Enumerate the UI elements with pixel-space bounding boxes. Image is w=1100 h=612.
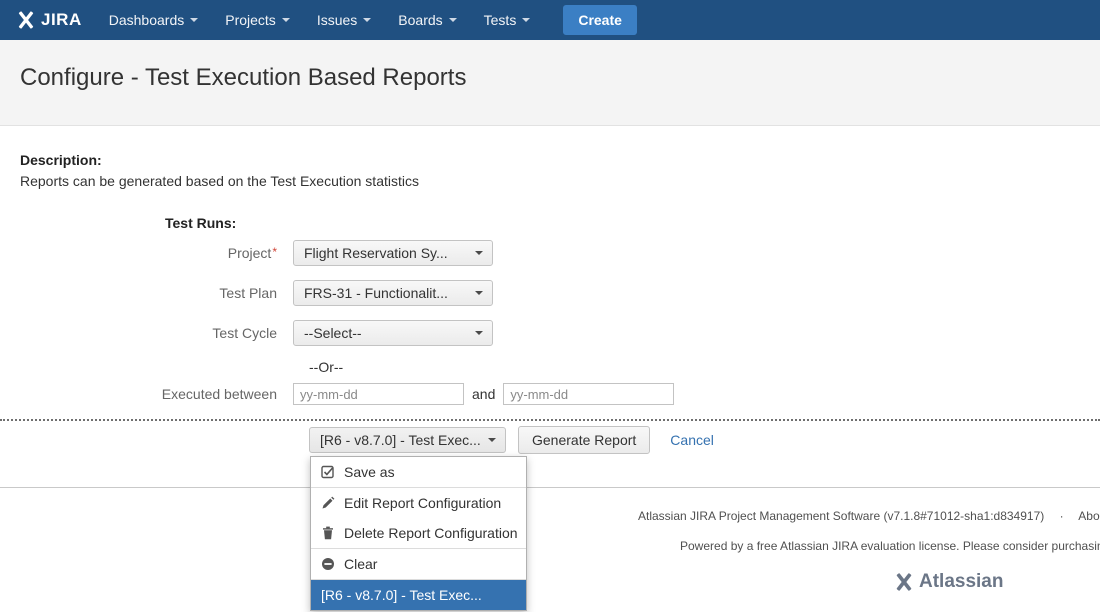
chevron-down-icon <box>282 18 290 22</box>
report-config-form: Test Runs: Project* Flight Reservation S… <box>20 215 1100 454</box>
clear-icon <box>321 557 335 571</box>
nav-projects-label: Projects <box>225 12 276 28</box>
menu-item-clear-label: Clear <box>344 556 377 572</box>
or-separator-text: --Or-- <box>309 359 1100 375</box>
nav-dashboards-label: Dashboards <box>109 12 185 28</box>
menu-item-save-as-label: Save as <box>344 464 395 480</box>
test-cycle-dropdown[interactable]: --Select-- <box>293 320 493 346</box>
test-plan-row: Test Plan FRS-31 - Functionalit... <box>20 280 1100 306</box>
nav-boards[interactable]: Boards <box>398 12 456 28</box>
cancel-link[interactable]: Cancel <box>670 432 714 448</box>
executed-between-label: Executed between <box>20 386 293 402</box>
nav-issues[interactable]: Issues <box>317 12 371 28</box>
top-navigation-bar: JIRA Dashboards Projects Issues Boards T… <box>0 0 1100 40</box>
menu-item-save-as[interactable]: Save as <box>311 457 526 487</box>
menu-item-delete-report[interactable]: Delete Report Configuration <box>311 518 526 548</box>
project-dropdown[interactable]: Flight Reservation Sy... <box>293 240 493 266</box>
description-label: Description: <box>20 152 1100 168</box>
atlassian-logo[interactable]: Atlassian <box>893 571 1003 593</box>
menu-item-edit-report[interactable]: Edit Report Configuration <box>311 487 526 518</box>
trash-icon <box>321 526 335 540</box>
atlassian-logo-text: Atlassian <box>919 571 1003 593</box>
test-plan-dropdown-value: FRS-31 - Functionalit... <box>304 285 448 301</box>
footer-version-text: Atlassian JIRA Project Management Softwa… <box>638 509 1100 523</box>
project-label: Project* <box>20 245 293 261</box>
nav-dashboards[interactable]: Dashboards <box>109 12 199 28</box>
nav-tests-label: Tests <box>484 12 517 28</box>
page-header: Configure - Test Execution Based Reports <box>0 40 1100 126</box>
nav-boards-label: Boards <box>398 12 442 28</box>
footer-license-text: Powered by a free Atlassian JIRA evaluat… <box>680 539 1100 553</box>
project-label-text: Project <box>228 245 272 261</box>
chevron-down-icon <box>190 18 198 22</box>
menu-item-clear[interactable]: Clear <box>311 548 526 579</box>
footer-separator-dot: · <box>1060 509 1064 523</box>
and-text: and <box>472 386 495 402</box>
executed-between-row: Executed between and <box>20 383 1100 405</box>
test-plan-dropdown[interactable]: FRS-31 - Functionalit... <box>293 280 493 306</box>
pencil-icon <box>321 496 335 510</box>
chevron-down-icon <box>475 331 483 335</box>
date-to-input[interactable] <box>503 383 674 405</box>
footer-version-label: Atlassian JIRA Project Management Softwa… <box>638 509 1044 523</box>
create-button[interactable]: Create <box>563 5 637 35</box>
main-content: Description: Reports can be generated ba… <box>0 127 1100 454</box>
action-row: [R6 - v8.7.0] - Test Exec... Generate Re… <box>309 426 1100 454</box>
menu-item-saved-report-r6-label: [R6 - v8.7.0] - Test Exec... <box>321 587 482 603</box>
chevron-down-icon <box>488 438 496 442</box>
chevron-down-icon <box>475 251 483 255</box>
menu-item-saved-report-r6[interactable]: [R6 - v8.7.0] - Test Exec... <box>311 579 526 610</box>
date-from-input[interactable] <box>293 383 464 405</box>
page-title: Configure - Test Execution Based Reports <box>0 40 1100 92</box>
required-indicator: * <box>272 245 277 259</box>
jira-logo[interactable]: JIRA <box>16 10 82 30</box>
saved-report-dropdown[interactable]: [R6 - v8.7.0] - Test Exec... <box>309 427 506 453</box>
jira-logo-text: JIRA <box>41 10 82 30</box>
project-dropdown-value: Flight Reservation Sy... <box>304 245 448 261</box>
about-link[interactable]: About <box>1078 509 1100 523</box>
project-row: Project* Flight Reservation Sy... <box>20 240 1100 266</box>
test-runs-section-label: Test Runs: <box>165 215 1100 231</box>
report-options-menu: Save as Edit Report Configuration Delete… <box>310 456 527 611</box>
chevron-down-icon <box>475 291 483 295</box>
test-cycle-dropdown-value: --Select-- <box>304 325 362 341</box>
test-plan-label: Test Plan <box>20 285 293 301</box>
chevron-down-icon <box>522 18 530 22</box>
save-as-icon <box>321 465 335 479</box>
nav-tests[interactable]: Tests <box>484 12 531 28</box>
page-footer: Atlassian JIRA Project Management Softwa… <box>0 487 1100 612</box>
nav-issues-label: Issues <box>317 12 357 28</box>
saved-report-dropdown-value: [R6 - v8.7.0] - Test Exec... <box>320 432 480 448</box>
description-text: Reports can be generated based on the Te… <box>20 173 1100 189</box>
test-cycle-row: Test Cycle --Select-- <box>20 320 1100 346</box>
atlassian-logo-icon <box>893 571 915 593</box>
chevron-down-icon <box>363 18 371 22</box>
dotted-divider <box>0 419 1100 421</box>
jira-logo-icon <box>16 10 36 30</box>
menu-item-edit-report-label: Edit Report Configuration <box>344 495 501 511</box>
menu-item-delete-report-label: Delete Report Configuration <box>344 525 518 541</box>
test-cycle-label: Test Cycle <box>20 325 293 341</box>
generate-report-button[interactable]: Generate Report <box>518 426 650 454</box>
chevron-down-icon <box>449 18 457 22</box>
nav-projects[interactable]: Projects <box>225 12 290 28</box>
